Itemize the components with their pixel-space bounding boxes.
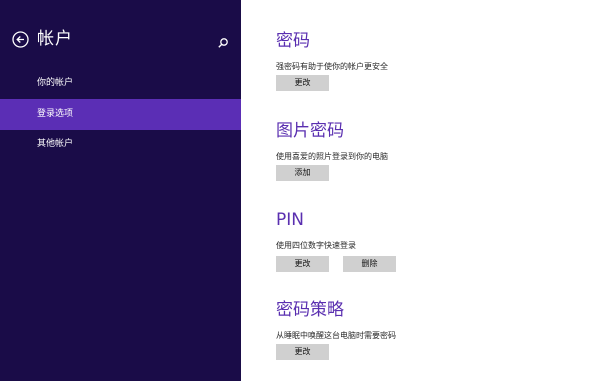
sidebar-item-your-account[interactable]: 你的帐户	[0, 68, 241, 99]
sidebar-header: 帐户	[0, 0, 241, 70]
password-policy-title: 密码策略	[276, 300, 344, 320]
search-icon[interactable]	[217, 34, 229, 48]
password-description: 强密码有助于使你的帐户更安全	[276, 62, 388, 71]
sidebar-item-other-accounts[interactable]: 其他帐户	[0, 129, 241, 160]
picture-password-title: 图片密码	[276, 121, 344, 141]
sidebar-item-label: 登录选项	[37, 109, 74, 119]
change-password-button[interactable]: 更改	[276, 75, 329, 91]
picture-password-description: 使用喜爱的照片登录到你的电脑	[276, 152, 388, 161]
pin-title: PIN	[276, 210, 304, 230]
sidebar-title: 帐户	[37, 29, 73, 49]
sidebar-item-label: 其他帐户	[37, 139, 74, 149]
password-policy-description: 从睡眠中唤醒这台电脑时需要密码	[276, 331, 396, 340]
sidebar-item-label: 你的帐户	[37, 78, 74, 88]
add-picture-password-button[interactable]: 添加	[276, 165, 329, 181]
pin-description: 使用四位数字快速登录	[276, 241, 356, 250]
sidebar: 帐户 你的帐户 登录选项 其他帐户	[0, 0, 241, 381]
change-pin-button[interactable]: 更改	[276, 256, 329, 272]
delete-pin-button[interactable]: 删除	[343, 256, 396, 272]
password-title: 密码	[276, 31, 310, 51]
change-policy-button[interactable]: 更改	[276, 344, 329, 360]
back-arrow-icon[interactable]	[12, 31, 29, 48]
main-content: 密码 强密码有助于使你的帐户更安全 更改 图片密码 使用喜爱的照片登录到你的电脑…	[241, 0, 600, 381]
sidebar-item-sign-in-options[interactable]: 登录选项	[0, 99, 241, 130]
